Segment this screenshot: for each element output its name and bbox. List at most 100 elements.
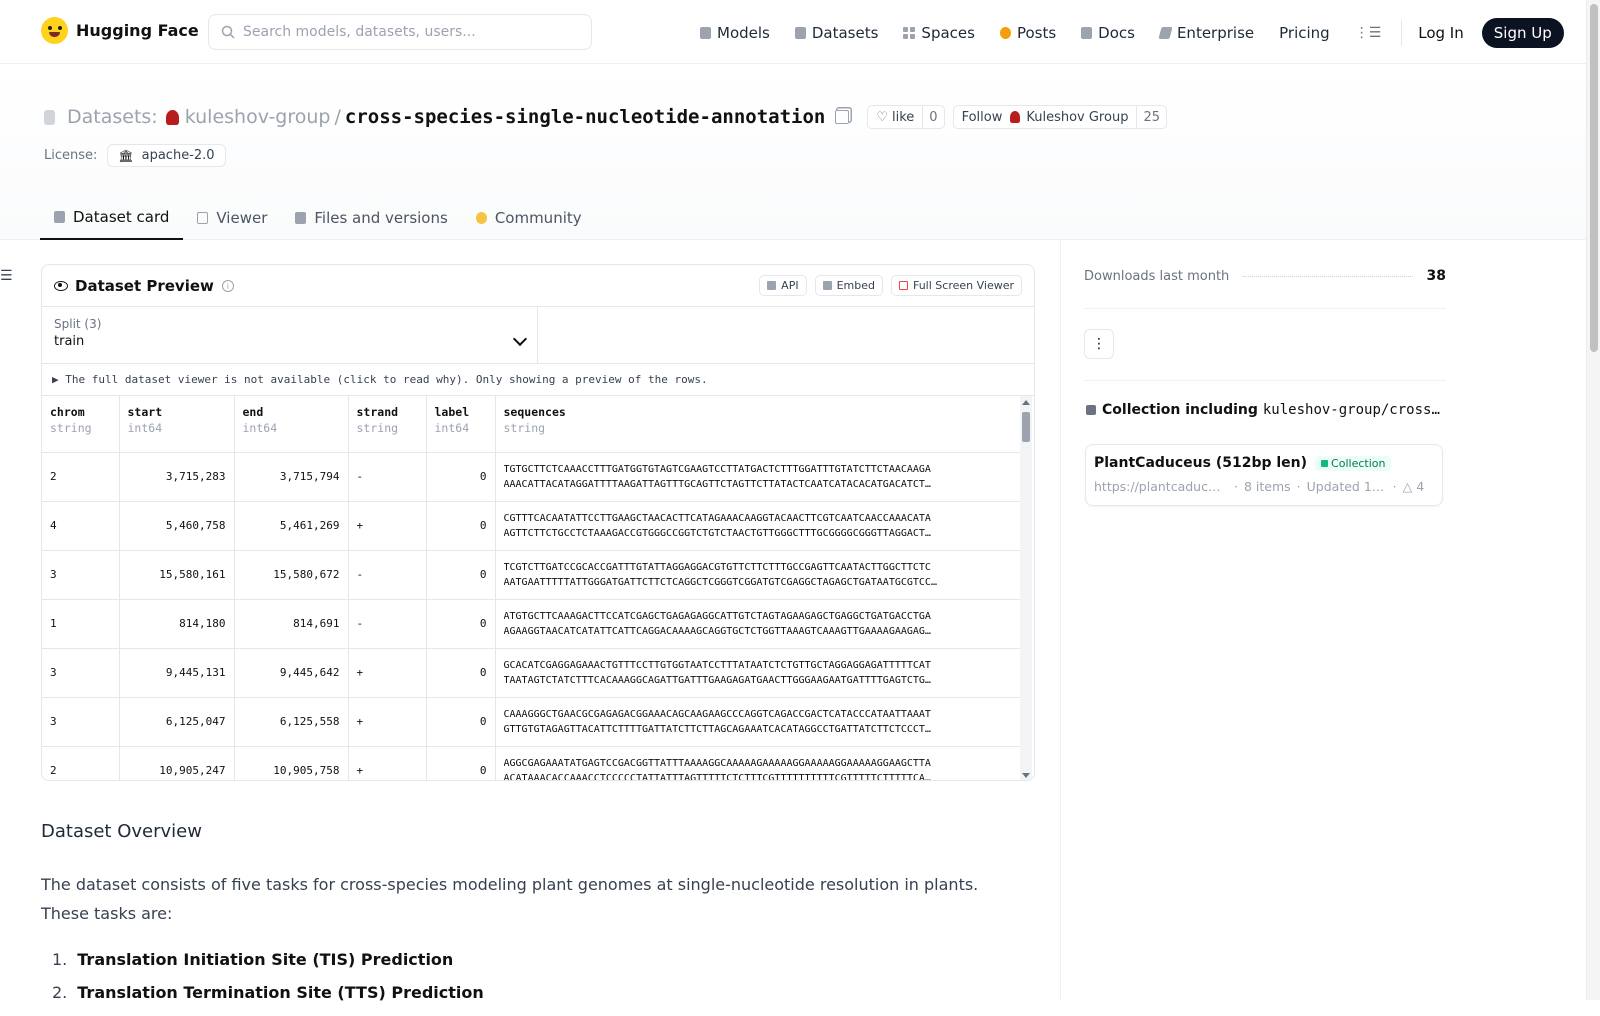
nav-docs-label: Docs [1098,24,1135,42]
like-button[interactable]: ♡ like 0 [867,105,945,129]
table-row: 3 15,580,161 15,580,672-0 TCGTCTTGATCCGCACC… [42,550,1023,600]
cell-chrom: 2 [42,746,120,780]
signup-button[interactable]: Sign Up [1481,18,1564,48]
upvote-icon[interactable]: △ [1403,479,1413,494]
repo-name[interactable]: cross-species-single-nucleotide-annotati… [345,106,825,128]
split-select[interactable]: Split (3) train [42,307,538,363]
column-header[interactable]: label int64 [426,396,496,453]
preview-table-wrap: chrom string start int64 end int64 strand st… [42,396,1034,780]
cell-label: 0 [426,697,496,747]
nav-pricing[interactable]: Pricing [1279,19,1330,47]
api-label: API [781,279,799,292]
collection-url[interactable]: https://plantcaduceus.github.io [1094,479,1228,494]
cell-sequences: TGTGCTTCTCAAACCTTTGATGGTGTAGTCGAAGTCCTTA… [495,452,1023,502]
license-value: apache-2.0 [141,148,215,163]
cell-start: 15,580,161 [119,550,235,600]
nav-models[interactable]: Models [700,19,770,47]
meta-separator: · [1234,479,1238,494]
follow-org: Kuleshov Group [1026,109,1129,125]
cell-strand: - [348,550,427,600]
cell-sequences: TCGTCTTGATCCGCACCGATTTGTATTAGGAGGACGTGTT… [495,550,1023,600]
tab-dataset-card[interactable]: Dataset card [40,196,184,240]
community-icon [475,212,487,224]
search-box[interactable] [208,14,592,50]
like-count: 0 [922,106,943,128]
nav-posts[interactable]: Posts [999,19,1057,47]
main-nav: Models Datasets Spaces Posts Docs Enterp… [700,18,1564,48]
cell-start: 5,460,758 [119,501,235,551]
nav-posts-label: Posts [1016,24,1057,42]
meta-separator: · [1296,479,1301,494]
nav-enterprise[interactable]: Enterprise [1158,19,1254,47]
viewer-notice[interactable]: ▶ The full dataset viewer is not availab… [42,364,1034,396]
follow-button[interactable]: Follow Kuleshov Group 25 [952,105,1167,129]
cell-end: 5,461,269 [234,501,349,551]
license-tag[interactable]: 🏛 apache-2.0 [107,144,226,167]
collection-card[interactable]: PlantCaduceus (512bp len) Collection htt… [1085,444,1443,506]
downloads-label: Downloads last month [1084,268,1230,284]
column-header[interactable]: chrom string [42,396,120,453]
cell-chrom: 1 [42,599,120,649]
collection-items: 8 items [1243,479,1291,494]
tab-files-and-versions[interactable]: Files and versions [281,196,461,240]
tab-community[interactable]: Community [462,196,596,240]
nav-docs[interactable]: Docs [1081,19,1135,47]
api-button[interactable]: API [759,275,807,296]
more-menu-icon[interactable]: ⋮☰ [1355,25,1382,41]
scroll-down-icon[interactable] [1022,773,1030,778]
table-row: 3 6,125,047 6,125,558 +0 CAAAGGGCTGAACGCGAGA… [42,697,1023,747]
license-row: License: 🏛 apache-2.0 [44,144,226,167]
cell-start: 814,180 [119,599,235,649]
cell-sequences: AGGCGAGAAATATGAGTCCGACGGTTATTTAAAAGGCAAA… [495,746,1023,780]
kebab-menu-icon[interactable]: ⋮ [1084,329,1114,359]
cell-strand: - [348,599,427,649]
cell-chrom: 4 [42,501,120,551]
hf-logo[interactable]: Hugging Face [41,17,199,44]
table-scrollbar[interactable] [1020,396,1032,780]
collection-badge: Collection [1315,455,1392,471]
toc-toggle-icon[interactable]: ☰ [0,268,13,284]
nav-datasets[interactable]: Datasets [794,19,878,47]
scroll-thumb[interactable] [1022,412,1030,442]
table-icon [197,212,209,224]
org-avatar-icon [165,109,179,125]
cell-label: 0 [426,746,496,780]
org-link[interactable]: kuleshov-group [185,106,331,128]
collection-heading: Collection including kuleshov-group/cros… [1086,402,1446,418]
repo-title-line: Datasets: kuleshov-group / cross-species… [44,105,1175,129]
table-icon [898,281,908,290]
collection-title: PlantCaduceus (512bp len) [1094,455,1308,471]
collection-updated: Updated 1 day ago [1306,479,1387,494]
search-input[interactable] [243,24,573,40]
embed-button[interactable]: Embed [814,275,883,296]
info-icon[interactable]: i [221,279,234,292]
sidebar-divider [1084,380,1446,381]
cell-end: 10,905,758 [234,746,349,780]
nav-spaces[interactable]: Spaces [903,19,975,47]
tab-viewer[interactable]: Viewer [183,196,281,240]
cell-chrom: 3 [42,648,120,698]
column-header[interactable]: start int64 [119,396,235,453]
column-header[interactable]: strand string [348,396,427,453]
login-link[interactable]: Log In [1418,24,1464,42]
page-scroll-thumb[interactable] [1590,4,1598,352]
brand-name: Hugging Face [76,21,199,40]
repo-tabs: Dataset card Viewer Files and versions C… [40,196,596,240]
scroll-up-icon[interactable] [1022,400,1030,405]
column-header[interactable]: sequences string [495,396,1023,453]
cell-start: 3,715,283 [119,452,235,502]
cell-strand: + [348,648,427,698]
full-screen-viewer-button[interactable]: Full Screen Viewer [890,275,1022,296]
column-header[interactable]: end int64 [234,396,349,453]
split-value: train [54,334,85,349]
models-icon [700,27,711,39]
list-item: 1. Translation Initiation Site (TIS) Pred… [52,950,484,969]
table-row: 1 814,180 814,691-0 ATGTGCTTCAAAGACTTCCATCG… [42,599,1023,649]
cell-sequences: GCACATCGAGGAGAAACTGTTTCCTTGTGGTAATCCTTTA… [495,648,1023,698]
follow-count: 25 [1136,106,1166,128]
cell-strand: + [348,501,427,551]
copy-icon[interactable] [835,110,850,124]
collection-repo: kuleshov-group/cross-species-single-nucl… [1262,402,1446,418]
page-scrollbar[interactable] [1586,0,1600,1000]
posts-icon [999,27,1011,39]
